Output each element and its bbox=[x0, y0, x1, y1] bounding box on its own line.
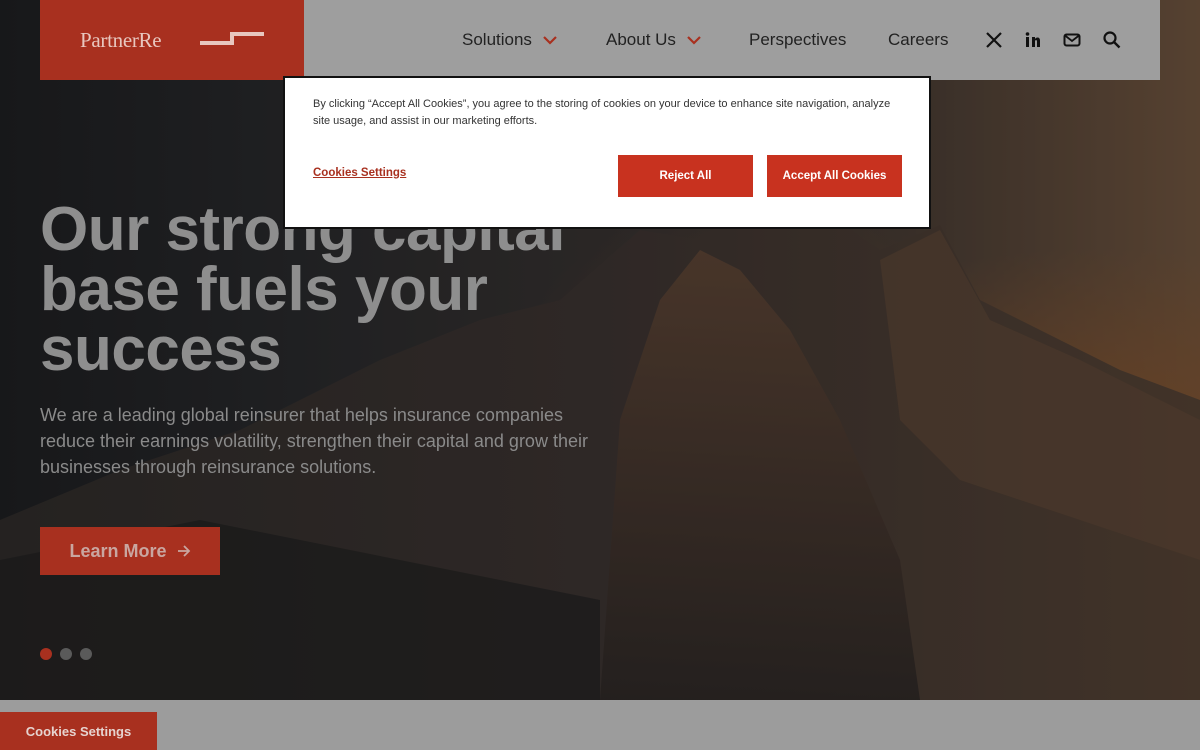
nav-careers[interactable]: Careers bbox=[888, 30, 948, 50]
slide-dot-3[interactable] bbox=[80, 648, 92, 660]
x-twitter-icon[interactable] bbox=[984, 30, 1004, 50]
hero-subcopy: We are a leading global reinsurer that h… bbox=[40, 405, 588, 477]
nav-careers-label: Careers bbox=[888, 30, 949, 49]
mail-icon[interactable] bbox=[1062, 30, 1082, 50]
arrow-right-icon bbox=[177, 545, 190, 557]
nav-solutions-label: Solutions bbox=[462, 30, 532, 49]
accept-all-cookies-button[interactable]: Accept All Cookies bbox=[767, 155, 902, 197]
floating-cookie-settings-button[interactable]: Cookies Settings bbox=[0, 712, 157, 750]
slide-dot-1[interactable] bbox=[40, 648, 52, 660]
chevron-down-icon bbox=[687, 36, 701, 45]
chevron-down-icon bbox=[543, 36, 557, 45]
slide-dot-2[interactable] bbox=[60, 648, 72, 660]
nav-solutions[interactable]: Solutions bbox=[462, 30, 558, 50]
cookie-banner: By clicking “Accept All Cookies”, you ag… bbox=[283, 76, 931, 229]
logo-link[interactable]: PartnerRe bbox=[40, 0, 304, 80]
nav-about-us-label: About Us bbox=[606, 30, 676, 49]
slider-dots bbox=[40, 648, 92, 660]
search-icon[interactable] bbox=[1102, 30, 1122, 50]
logo-text: PartnerRe bbox=[80, 28, 162, 52]
nav-about-us[interactable]: About Us bbox=[606, 30, 702, 50]
site-header: PartnerRe Solutions About Us Perspective… bbox=[40, 0, 1160, 80]
logo-mark-icon bbox=[200, 32, 264, 45]
linkedin-icon[interactable] bbox=[1023, 30, 1043, 50]
nav-perspectives-label: Perspectives bbox=[749, 30, 847, 49]
cookie-settings-link[interactable]: Cookies Settings bbox=[313, 167, 406, 179]
nav-perspectives[interactable]: Perspectives bbox=[749, 30, 846, 50]
learn-more-label: Learn More bbox=[69, 540, 167, 561]
cookie-banner-text: By clicking “Accept All Cookies”, you ag… bbox=[313, 98, 891, 127]
learn-more-button[interactable]: Learn More bbox=[40, 527, 220, 575]
page-content-below-hero bbox=[0, 700, 1200, 750]
reject-all-button[interactable]: Reject All bbox=[618, 155, 753, 197]
